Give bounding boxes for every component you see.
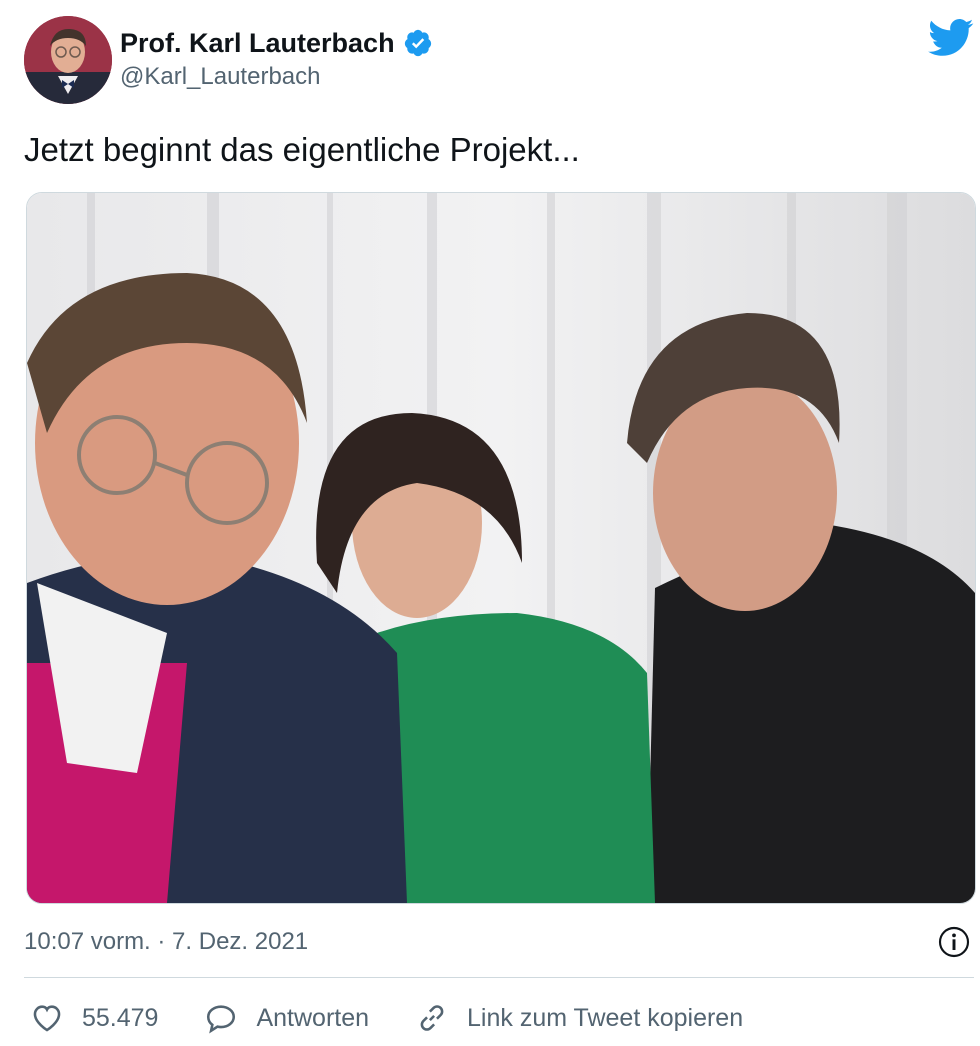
heart-icon (33, 1005, 61, 1032)
tweet-photo[interactable] (26, 192, 976, 904)
info-icon[interactable] (938, 926, 970, 958)
author-handle[interactable]: @Karl_Lauterbach (120, 60, 433, 94)
author-display-name[interactable]: Prof. Karl Lauterbach (120, 26, 433, 60)
reply-button[interactable]: Antworten (204, 1001, 369, 1035)
copy-link-button[interactable]: Link zum Tweet kopieren (415, 1001, 743, 1035)
group-selfie-image (27, 193, 975, 903)
tweet-header: Prof. Karl Lauterbach @Karl_Lauterbach (24, 16, 974, 108)
tweet-text: Jetzt beginnt das eigentliche Projekt... (24, 131, 580, 168)
tweet-meta: 10:07 vorm. · 7. Dez. 2021 (24, 922, 974, 962)
copy-link-label: Link zum Tweet kopieren (467, 1003, 744, 1032)
tweet-timestamp[interactable]: 10:07 vorm. · 7. Dez. 2021 (24, 928, 308, 955)
divider (24, 977, 974, 978)
like-button[interactable]: 55.479 (30, 1001, 158, 1035)
author-name-text: Prof. Karl Lauterbach (120, 28, 395, 58)
tweet-actions: 55.479 Antworten Link zum Tweet kopieren (30, 994, 789, 1042)
reply-label: Antworten (256, 1003, 370, 1032)
twitter-bird-icon[interactable] (928, 18, 974, 58)
like-count: 55.479 (82, 1003, 159, 1032)
author-avatar[interactable] (24, 16, 112, 104)
reply-bubble-icon (207, 1005, 236, 1034)
verified-badge-icon (404, 29, 431, 57)
link-icon (420, 1005, 444, 1031)
